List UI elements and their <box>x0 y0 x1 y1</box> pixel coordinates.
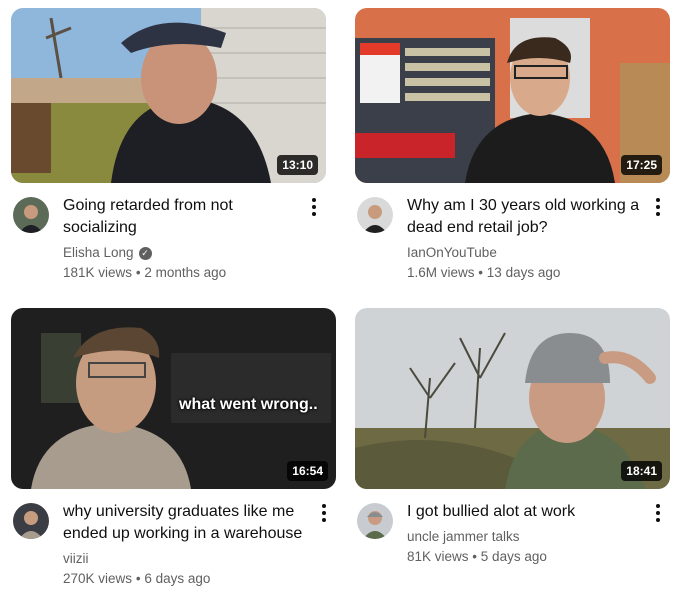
channel-name[interactable]: IanOnYouTube <box>407 243 497 263</box>
thumbnail-caption: what went wrong.. <box>179 396 318 413</box>
video-title[interactable]: Going retarded from not socializing <box>63 195 296 239</box>
video-thumbnail[interactable]: 18:41 <box>355 308 670 489</box>
channel-avatar[interactable] <box>357 197 393 233</box>
upload-age: 13 days ago <box>486 265 561 280</box>
more-vert-icon[interactable] <box>648 501 668 525</box>
channel-avatar[interactable] <box>357 503 393 539</box>
upload-age: 6 days ago <box>144 571 211 586</box>
channel-avatar[interactable] <box>13 503 49 539</box>
duration-badge: 18:41 <box>621 461 662 481</box>
channel-name[interactable]: viizii <box>63 549 89 569</box>
separator: • <box>135 265 141 280</box>
duration-badge: 17:25 <box>621 155 662 175</box>
duration-badge: 16:54 <box>287 461 328 481</box>
view-count: 181K views <box>63 265 133 280</box>
video-card[interactable]: what went wrong.. 16:54 why university g… <box>11 308 336 591</box>
video-thumbnail[interactable]: 13:10 <box>11 8 326 183</box>
channel-name[interactable]: Elisha Long <box>63 243 134 263</box>
more-vert-icon[interactable] <box>304 195 324 219</box>
channel-avatar[interactable] <box>13 197 49 233</box>
video-stats: 81K views • 5 days ago <box>407 547 640 567</box>
view-count: 1.6M views <box>407 265 475 280</box>
video-title[interactable]: why university graduates like me ended u… <box>63 501 306 545</box>
view-count: 270K views <box>63 571 133 586</box>
separator: • <box>472 549 478 564</box>
video-card[interactable]: 13:10 Going retarded from not socializin… <box>11 8 326 285</box>
video-title[interactable]: I got bullied alot at work <box>407 501 640 523</box>
video-thumbnail[interactable]: 17:25 <box>355 8 670 183</box>
verified-check-icon: ✓ <box>138 246 152 260</box>
video-card[interactable]: 17:25 Why am I 30 years old working a de… <box>355 8 670 285</box>
upload-age: 5 days ago <box>480 549 547 564</box>
more-vert-icon[interactable] <box>314 501 334 525</box>
video-thumbnail[interactable]: what went wrong.. 16:54 <box>11 308 336 489</box>
video-card[interactable]: 18:41 I got bullied alot at work uncle j… <box>355 308 670 591</box>
video-stats: 1.6M views • 13 days ago <box>407 263 640 283</box>
channel-name-row: viizii <box>63 549 306 569</box>
separator: • <box>135 571 141 586</box>
video-stats: 270K views • 6 days ago <box>63 569 306 589</box>
view-count: 81K views <box>407 549 469 564</box>
channel-name[interactable]: uncle jammer talks <box>407 527 520 547</box>
video-title[interactable]: Why am I 30 years old working a dead end… <box>407 195 640 239</box>
video-stats: 181K views • 2 months ago <box>63 263 296 283</box>
separator: • <box>478 265 484 280</box>
channel-name-row: uncle jammer talks <box>407 527 640 547</box>
channel-name-row: Elisha Long ✓ <box>63 243 296 263</box>
channel-name-row: IanOnYouTube <box>407 243 640 263</box>
more-vert-icon[interactable] <box>648 195 668 219</box>
duration-badge: 13:10 <box>277 155 318 175</box>
upload-age: 2 months ago <box>144 265 227 280</box>
